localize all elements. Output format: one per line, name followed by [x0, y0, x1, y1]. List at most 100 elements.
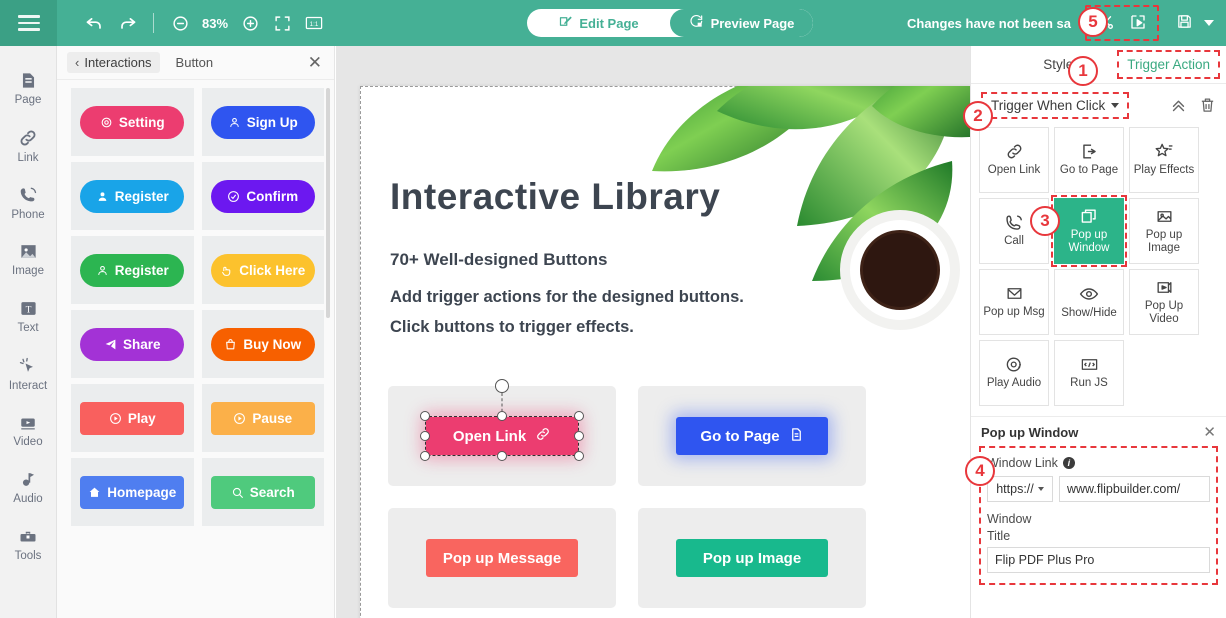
interactions-back-button[interactable]: ‹ Interactions	[67, 52, 160, 73]
video-play-icon	[1155, 278, 1174, 297]
canvas-button-go-to-page[interactable]: Go to Page	[676, 417, 828, 455]
right-properties-panel: Style Trigger Action Trigger When Click …	[970, 46, 1226, 618]
action-tile-pop-up-video[interactable]: Pop Up Video	[1129, 269, 1199, 335]
list-item[interactable]: Share	[71, 310, 194, 378]
sidebar-item-text[interactable]: T Text	[0, 288, 57, 345]
protocol-select[interactable]: https://	[987, 476, 1053, 502]
resize-handle-sw[interactable]	[420, 451, 430, 461]
audio-disc-icon	[1005, 355, 1024, 374]
tab-edit-page[interactable]: Edit Page	[527, 9, 670, 37]
sidebar-item-interact[interactable]: Interact	[0, 345, 57, 402]
trigger-when-select[interactable]: Trigger When Click	[981, 92, 1130, 119]
library-button-setting[interactable]: Setting	[80, 105, 185, 139]
canvas-button-pop-up-message[interactable]: Pop up Message	[426, 539, 578, 577]
library-button-register-green[interactable]: Register	[80, 253, 185, 287]
window-link-row: https:// www.flipbuilder.com/	[987, 476, 1210, 502]
library-button-search[interactable]: Search	[210, 475, 315, 509]
list-item[interactable]: Click Here	[201, 236, 324, 304]
library-button-register-blue[interactable]: Register	[80, 179, 185, 213]
tab-preview-page[interactable]: Preview Page	[670, 9, 813, 37]
image-icon	[1155, 207, 1174, 226]
actual-size-button[interactable]: 1:1	[300, 9, 328, 37]
tab-button-category[interactable]: Button	[176, 55, 214, 70]
library-button-sign-up[interactable]: Sign Up	[210, 105, 315, 139]
list-item[interactable]: Pause	[201, 384, 324, 452]
undo-button[interactable]	[81, 9, 109, 37]
sidebar-item-link[interactable]: Link	[0, 117, 57, 174]
library-button-label: Buy Now	[243, 336, 302, 352]
sidebar-item-image[interactable]: Image	[0, 231, 57, 288]
save-button[interactable]	[1171, 10, 1197, 36]
canvas-button-open-link[interactable]: Open Link	[425, 416, 579, 456]
video-icon	[18, 414, 38, 432]
image-icon	[19, 242, 38, 261]
library-button-click-here[interactable]: Click Here	[210, 253, 315, 287]
resize-handle-n[interactable]	[497, 411, 507, 421]
list-item[interactable]: Homepage	[71, 458, 194, 526]
list-item[interactable]: Setting	[71, 88, 194, 156]
chevron-down-icon	[1111, 103, 1120, 108]
action-tile-pop-up-image[interactable]: Pop up Image	[1129, 198, 1199, 264]
info-icon[interactable]: i	[1062, 457, 1075, 469]
fit-screen-button[interactable]	[268, 9, 296, 37]
library-button-play[interactable]: Play	[80, 401, 185, 435]
list-item[interactable]: Play	[71, 384, 194, 452]
toolbar-divider	[153, 13, 154, 33]
action-tile-pop-up-msg[interactable]: Pop up Msg	[979, 269, 1049, 335]
library-button-homepage[interactable]: Homepage	[80, 475, 185, 509]
action-tile-show-hide[interactable]: Show/Hide	[1054, 269, 1124, 335]
library-button-pause[interactable]: Pause	[210, 401, 315, 435]
left-nav-rail: Page Link Phone Image T Text Interact Vi…	[0, 46, 57, 618]
tab-trigger-action[interactable]: Trigger Action	[1117, 50, 1220, 79]
zoom-in-button[interactable]	[236, 9, 264, 37]
list-item[interactable]: Buy Now	[201, 310, 324, 378]
rotate-handle[interactable]	[495, 379, 509, 393]
zoom-out-button[interactable]	[166, 9, 194, 37]
sidebar-item-page[interactable]: Page	[0, 60, 57, 117]
canvas-area[interactable]: Interactive Library 70+ Well-designed Bu…	[336, 46, 970, 618]
action-tile-go-to-page[interactable]: Go to Page	[1054, 127, 1124, 193]
sidebar-item-tools[interactable]: Tools	[0, 516, 57, 573]
library-button-confirm[interactable]: Confirm	[210, 179, 315, 213]
list-item[interactable]: Register	[71, 162, 194, 230]
resize-handle-e[interactable]	[574, 431, 584, 441]
canvas-cell-pop-up-image[interactable]: Pop up Image	[638, 508, 866, 608]
list-item[interactable]: Search	[201, 458, 324, 526]
trash-icon[interactable]	[1199, 97, 1216, 114]
sidebar-item-video[interactable]: Video	[0, 402, 57, 459]
list-item[interactable]: Sign Up	[201, 88, 324, 156]
resize-handle-nw[interactable]	[420, 411, 430, 421]
canvas-cell-go-to-page[interactable]: Go to Page	[638, 386, 866, 486]
canvas-cell-pop-up-message[interactable]: Pop up Message	[388, 508, 616, 608]
hamburger-menu-button[interactable]	[0, 0, 57, 46]
redo-button[interactable]	[113, 9, 141, 37]
window-url-input[interactable]: www.flipbuilder.com/	[1059, 476, 1210, 502]
library-button-share[interactable]: Share	[80, 327, 185, 361]
resize-handle-w[interactable]	[420, 431, 430, 441]
action-tile-run-js[interactable]: Run JS	[1054, 340, 1124, 406]
action-tile-pop-up-window[interactable]: Pop up Window	[1051, 195, 1127, 267]
interactions-panel-scrollbar[interactable]	[326, 88, 330, 318]
close-icon[interactable]: ✕	[308, 54, 322, 71]
action-tile-play-audio[interactable]: Play Audio	[979, 340, 1049, 406]
resize-handle-se[interactable]	[574, 451, 584, 461]
library-button-buy-now[interactable]: Buy Now	[210, 327, 315, 361]
list-item[interactable]: Confirm	[201, 162, 324, 230]
close-icon[interactable]: ✕	[1203, 425, 1216, 440]
canvas-cell-open-link[interactable]: Open Link	[388, 379, 616, 486]
canvas-button-pop-up-image[interactable]: Pop up Image	[676, 539, 828, 577]
resize-handle-ne[interactable]	[574, 411, 584, 421]
page-canvas[interactable]: Interactive Library 70+ Well-designed Bu…	[360, 86, 970, 618]
resize-handle-s[interactable]	[497, 451, 507, 461]
publish-button[interactable]	[1125, 10, 1151, 36]
action-tile-play-effects[interactable]: Play Effects	[1129, 127, 1199, 193]
sidebar-item-phone[interactable]: Phone	[0, 174, 57, 231]
sidebar-item-audio[interactable]: Audio	[0, 459, 57, 516]
action-tile-open-link[interactable]: Open Link	[979, 127, 1049, 193]
search-icon	[231, 486, 244, 499]
list-item[interactable]: Register	[71, 236, 194, 304]
window-title-input[interactable]: Flip PDF Plus Pro	[987, 547, 1210, 573]
chevron-up-double-icon[interactable]	[1170, 97, 1187, 114]
save-dropdown-icon[interactable]	[1204, 20, 1214, 26]
library-button-label: Sign Up	[246, 114, 298, 130]
